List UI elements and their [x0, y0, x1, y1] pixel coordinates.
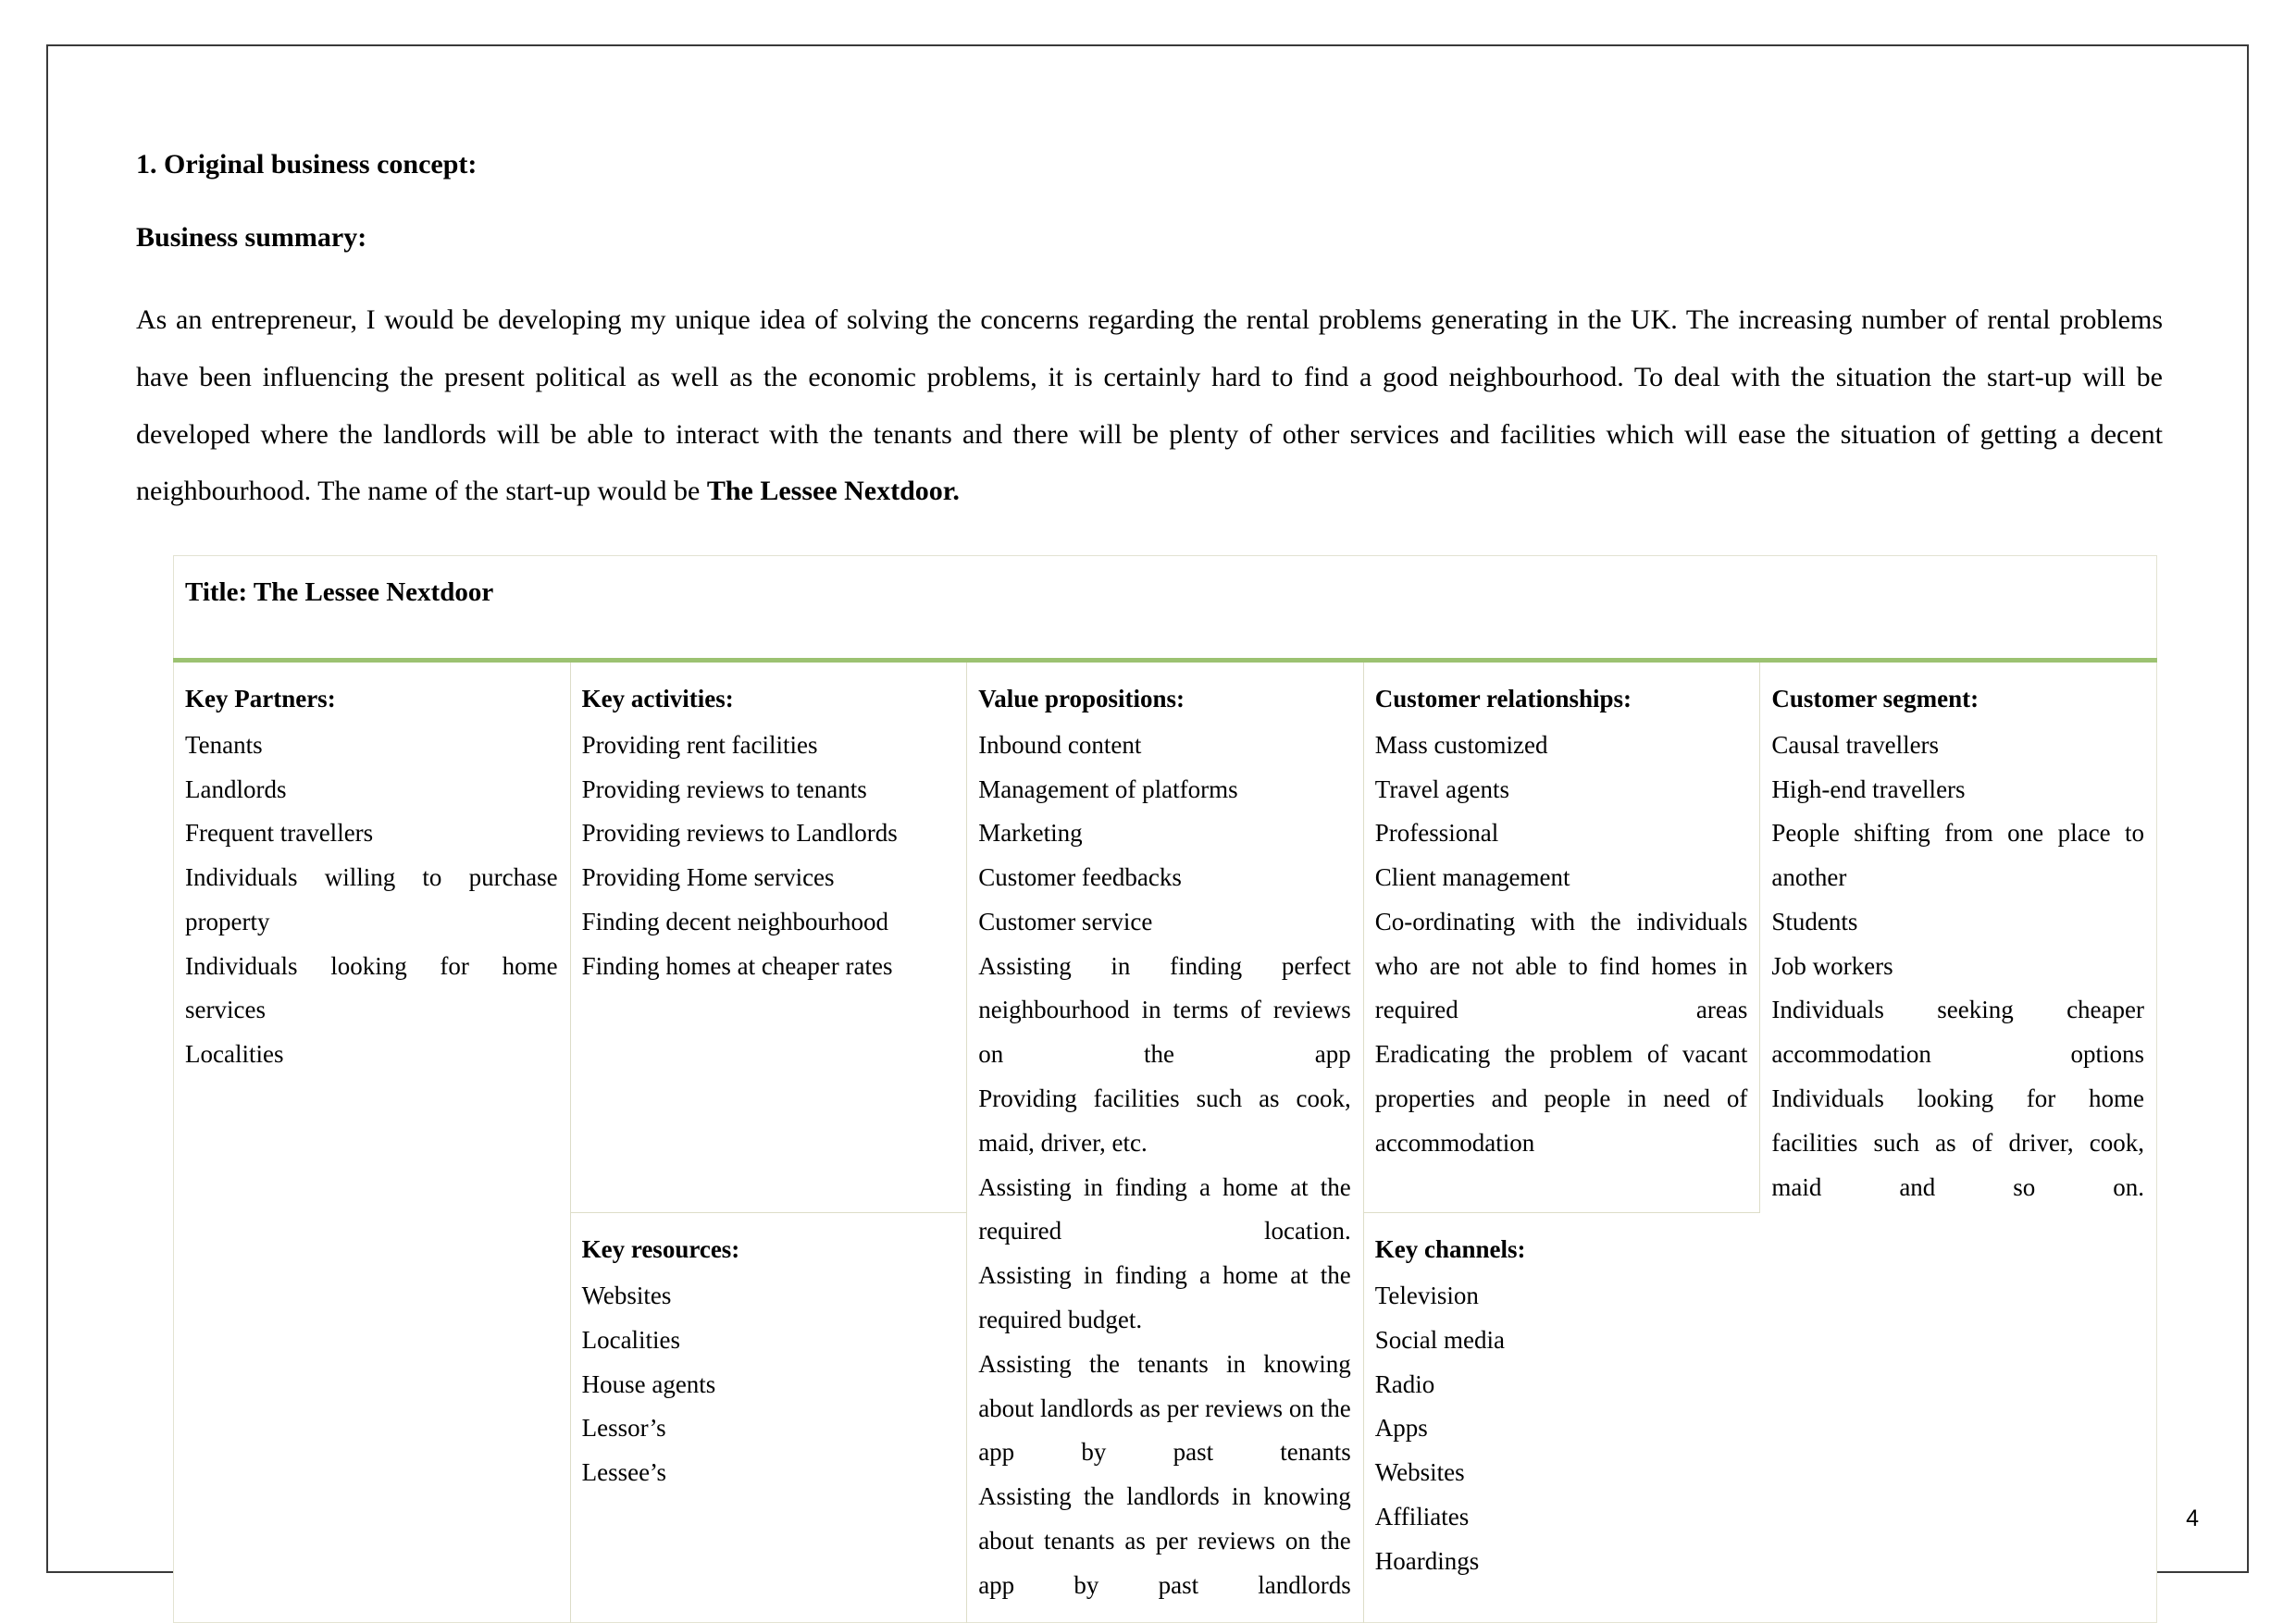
customer-relationships-item: Co-ordinating with the individuals who a…: [1374, 907, 1748, 1024]
customer-segment-item: High-end travellers: [1771, 774, 1966, 803]
key-resources-item: Localities: [581, 1325, 681, 1354]
section-heading: 1. Original business concept:: [136, 149, 478, 180]
value-propositions-item: Marketing: [978, 819, 1083, 848]
canvas-title-cell: Title: The Lessee Nextdoor: [173, 555, 2157, 663]
key-channels-heading: Key channels:: [1374, 1235, 1526, 1264]
customer-segment-item: Individuals looking for home facilities …: [1771, 1084, 2144, 1201]
cell-customer-relationships: Customer relationships: Mass customized …: [1363, 660, 1761, 1214]
customer-segment-heading: Customer segment:: [1771, 685, 1980, 712]
value-propositions-item: Assisting the tenants in knowing about l…: [978, 1349, 1351, 1467]
cell-key-activities: Key activities: Providing rent facilitie…: [570, 660, 968, 1214]
customer-relationships-item: Client management: [1374, 863, 1570, 892]
key-partners-item: Frequent travellers: [185, 819, 374, 848]
key-resources-item: Lessee’s: [581, 1458, 667, 1487]
customer-segment-item: Individuals seeking cheaper accommodatio…: [1771, 996, 2144, 1069]
value-propositions-item: Customer service: [978, 907, 1153, 935]
canvas-title-row: Title: The Lessee Nextdoor: [173, 555, 2157, 663]
key-channels-item: Social media: [1374, 1325, 1505, 1354]
value-propositions-item: Inbound content: [978, 730, 1142, 759]
key-partners-item: Individuals looking for home services: [185, 951, 558, 1024]
value-propositions-item: Providing facilities such as cook, maid,…: [978, 1084, 1351, 1157]
key-resources-item: Lessor’s: [581, 1414, 666, 1443]
key-channels-item: Affiliates: [1374, 1503, 1470, 1531]
page-frame: 1. Original business concept: Business s…: [46, 44, 2249, 1623]
value-propositions-item: Assisting in finding a home at the requi…: [978, 1172, 1351, 1245]
customer-segment-item: Causal travellers: [1771, 730, 1940, 759]
key-activities-item: Providing reviews to tenants: [581, 774, 867, 803]
key-activities-item: Providing rent facilities: [581, 730, 818, 759]
customer-segment-item: Job workers: [1771, 951, 1893, 980]
key-channels-item: Hoardings: [1374, 1546, 1480, 1575]
key-activities-item: Finding homes at cheaper rates: [581, 951, 893, 980]
key-channels-item: Websites: [1374, 1458, 1465, 1487]
startup-name: The Lessee Nextdoor.: [706, 476, 960, 507]
customer-relationships-item: Professional: [1374, 819, 1499, 848]
key-channels-item: Television: [1374, 1282, 1479, 1310]
key-partners-item: Individuals willing to purchase property: [185, 863, 558, 935]
cell-key-partners: Key Partners: Tenants Landlords Frequent…: [173, 660, 571, 1623]
customer-relationships-item: Mass customized: [1374, 730, 1548, 759]
value-propositions-item: Customer feedbacks: [978, 863, 1182, 892]
key-partners-item: Tenants: [185, 730, 263, 759]
cell-key-channels: Key channels: Television Social media Ra…: [1363, 1212, 1760, 1623]
value-propositions-item: Assisting in finding a home at the requi…: [978, 1261, 1351, 1333]
key-activities-item: Providing Home services: [581, 863, 835, 892]
customer-relationships-heading: Customer relationships:: [1374, 685, 1632, 712]
business-summary-heading: Business summary:: [136, 222, 367, 253]
business-summary-paragraph: As an entrepreneur, I would be developin…: [136, 291, 2163, 520]
key-resources-item: House agents: [581, 1369, 716, 1398]
cell-customer-segment: Customer segment: Causal travellers High…: [1759, 660, 2157, 1623]
paragraph-text: As an entrepreneur, I would be developin…: [136, 304, 2163, 507]
customer-relationships-item: Travel agents: [1374, 774, 1510, 803]
page-content: 1. Original business concept: Business s…: [136, 148, 2163, 1623]
canvas-title: Title: The Lessee Nextdoor: [185, 577, 494, 607]
key-resources-heading: Key resources:: [581, 1235, 740, 1264]
customer-segment-item: Students: [1771, 907, 1858, 935]
value-propositions-item: Assisting in finding perfect neighbourho…: [978, 951, 1351, 1069]
key-channels-item: Apps: [1374, 1414, 1428, 1443]
cell-value-propositions: Value propositions: Inbound content Mana…: [966, 660, 1364, 1623]
key-resources-item: Websites: [581, 1282, 672, 1310]
business-model-canvas-table: Title: The Lessee Nextdoor Key Partners:…: [173, 555, 2157, 1623]
key-activities-item: Finding decent neighbourhood: [581, 907, 889, 935]
canvas-main-row: Key Partners: Tenants Landlords Frequent…: [173, 660, 2157, 1623]
key-partners-item: Landlords: [185, 774, 287, 803]
key-channels-item: Radio: [1374, 1369, 1435, 1398]
page-number: 4: [2186, 1505, 2199, 1531]
key-partners-heading: Key Partners:: [185, 685, 336, 712]
key-partners-item: Localities: [185, 1040, 284, 1069]
customer-segment-item: People shifting from one place to anothe…: [1771, 819, 2144, 892]
key-activities-heading: Key activities:: [581, 685, 734, 712]
key-activities-item: Providing reviews to Landlords: [581, 819, 898, 848]
customer-relationships-item: Eradicating the problem of vacant proper…: [1374, 1040, 1748, 1157]
value-propositions-item: Assisting the landlords in knowing about…: [978, 1482, 1351, 1599]
value-propositions-heading: Value propositions:: [978, 685, 1185, 712]
cell-key-resources: Key resources: Websites Localities House…: [570, 1212, 968, 1623]
value-propositions-item: Management of platforms: [978, 774, 1238, 803]
